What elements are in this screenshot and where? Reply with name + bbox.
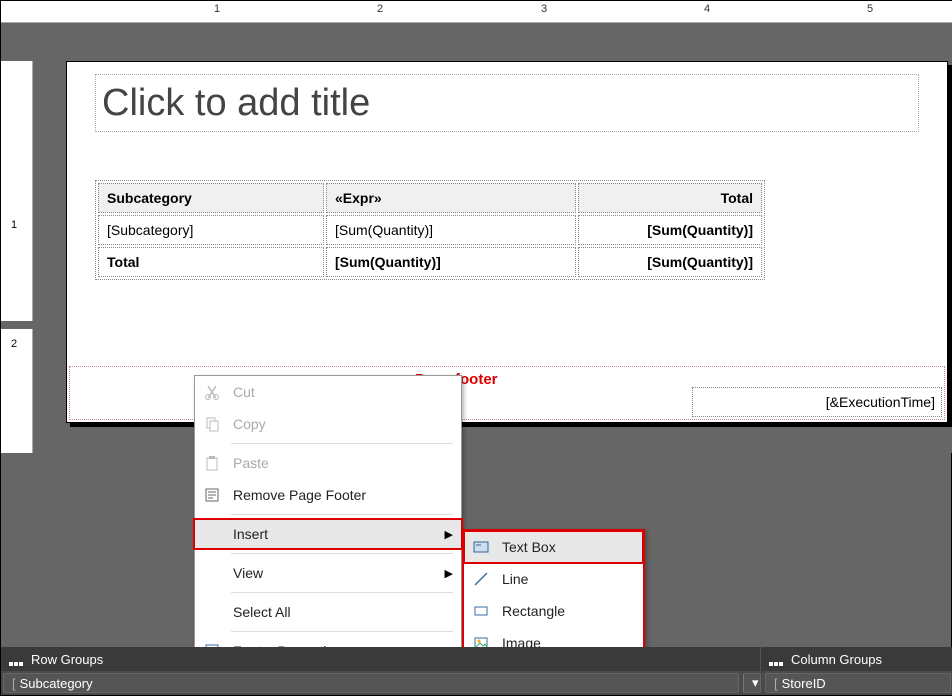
menu-label: View bbox=[229, 565, 443, 581]
execution-time-value: [&ExecutionTime] bbox=[826, 394, 935, 410]
row-group-item[interactable]: [ Subcategory bbox=[3, 673, 739, 693]
menu-remove-page-footer[interactable]: Remove Page Footer bbox=[195, 479, 461, 511]
submenu-line[interactable]: Line bbox=[464, 563, 643, 595]
column-groups-header[interactable]: Column Groups bbox=[761, 647, 952, 671]
menu-label: Remove Page Footer bbox=[229, 487, 443, 503]
cell-total-label[interactable]: Total bbox=[98, 247, 324, 277]
submenu-rectangle[interactable]: Rectangle bbox=[464, 595, 643, 627]
ruler-mark: 3 bbox=[541, 3, 547, 15]
cell-sumqty[interactable]: [Sum(Quantity)] bbox=[326, 215, 576, 245]
header-subcategory[interactable]: Subcategory bbox=[98, 183, 324, 213]
menu-label: Line bbox=[498, 571, 625, 587]
bracket-icon: [ bbox=[774, 676, 778, 691]
row-groups-header[interactable]: Row Groups bbox=[1, 647, 761, 671]
menu-separator bbox=[231, 631, 453, 632]
row-groups-label: Row Groups bbox=[31, 652, 103, 667]
cell-grandtotal[interactable]: [Sum(Quantity)] bbox=[578, 247, 762, 277]
vertical-ruler: 1 2 bbox=[1, 23, 33, 453]
menu-insert[interactable]: Insert ▶ bbox=[193, 518, 463, 550]
menu-separator bbox=[231, 443, 453, 444]
design-canvas[interactable]: Click to add title Subcategory «Expr» To… bbox=[33, 23, 952, 453]
insert-submenu: Text Box Line Rectangle Image bbox=[462, 529, 645, 661]
menu-separator bbox=[231, 514, 453, 515]
chevron-down-icon: ▾ bbox=[752, 675, 759, 691]
grid-icon bbox=[9, 654, 25, 664]
app-frame: 1 2 3 4 5 1 2 Click to add title Subcate… bbox=[0, 0, 952, 696]
menu-label: Insert bbox=[229, 526, 443, 542]
rectangle-icon bbox=[464, 603, 498, 619]
menu-select-all[interactable]: Select All bbox=[195, 596, 461, 628]
menu-label: Text Box bbox=[498, 539, 625, 555]
ruler-mark: 1 bbox=[214, 3, 220, 15]
textbox-icon bbox=[464, 539, 498, 555]
cell-subcategory[interactable]: [Subcategory] bbox=[98, 215, 324, 245]
cut-icon bbox=[195, 384, 229, 400]
submenu-textbox[interactable]: Text Box bbox=[464, 531, 643, 563]
column-group-value: StoreID bbox=[782, 676, 826, 691]
menu-separator bbox=[231, 592, 453, 593]
submenu-arrow-icon: ▶ bbox=[445, 567, 453, 580]
header-expr[interactable]: «Expr» bbox=[326, 183, 576, 213]
context-menu: Cut Copy Paste Remove Page Footer Insert… bbox=[194, 375, 462, 668]
row-group-dropdown[interactable]: ▾ bbox=[743, 673, 761, 693]
report-page[interactable]: Click to add title Subcategory «Expr» To… bbox=[66, 61, 948, 423]
matrix-detail-row: [Subcategory] [Sum(Quantity)] [Sum(Quant… bbox=[98, 215, 762, 245]
menu-cut[interactable]: Cut bbox=[195, 376, 461, 408]
menu-label: Select All bbox=[229, 604, 443, 620]
bracket-icon: [ bbox=[12, 676, 16, 691]
matrix-header-row: Subcategory «Expr» Total bbox=[98, 183, 762, 213]
header-total[interactable]: Total bbox=[578, 183, 762, 213]
title-placeholder-text: Click to add title bbox=[102, 82, 370, 125]
copy-icon bbox=[195, 416, 229, 432]
column-groups-label: Column Groups bbox=[791, 652, 882, 667]
line-icon bbox=[464, 571, 498, 587]
paste-icon bbox=[195, 455, 229, 471]
column-group-item[interactable]: [ StoreID bbox=[765, 673, 951, 693]
row-group-value: Subcategory bbox=[20, 676, 93, 691]
horizontal-ruler: 1 2 3 4 5 bbox=[1, 1, 952, 23]
menu-label: Rectangle bbox=[498, 603, 625, 619]
matrix-tablix[interactable]: Subcategory «Expr» Total [Subcategory] [… bbox=[95, 180, 765, 280]
ruler-mark: 2 bbox=[377, 3, 383, 15]
submenu-arrow-icon: ▶ bbox=[445, 528, 453, 541]
execution-time-textbox[interactable]: [&ExecutionTime] bbox=[692, 387, 942, 417]
ruler-mark: 4 bbox=[704, 3, 710, 15]
title-textbox[interactable]: Click to add title bbox=[95, 74, 919, 132]
menu-label: Copy bbox=[229, 416, 443, 432]
menu-label: Paste bbox=[229, 455, 443, 471]
menu-copy[interactable]: Copy bbox=[195, 408, 461, 440]
cell-sumqty-total[interactable]: [Sum(Quantity)] bbox=[578, 215, 762, 245]
menu-label: Cut bbox=[229, 384, 443, 400]
grouping-pane: Row Groups Column Groups [ Subcategory ▾… bbox=[1, 647, 952, 695]
menu-separator bbox=[231, 553, 453, 554]
menu-view[interactable]: View ▶ bbox=[195, 557, 461, 589]
remove-footer-icon bbox=[195, 487, 229, 503]
ruler-mark: 5 bbox=[867, 3, 873, 15]
menu-paste[interactable]: Paste bbox=[195, 447, 461, 479]
matrix-total-row: Total [Sum(Quantity)] [Sum(Quantity)] bbox=[98, 247, 762, 277]
cell-total-sumqty[interactable]: [Sum(Quantity)] bbox=[326, 247, 576, 277]
grid-icon bbox=[769, 654, 785, 664]
